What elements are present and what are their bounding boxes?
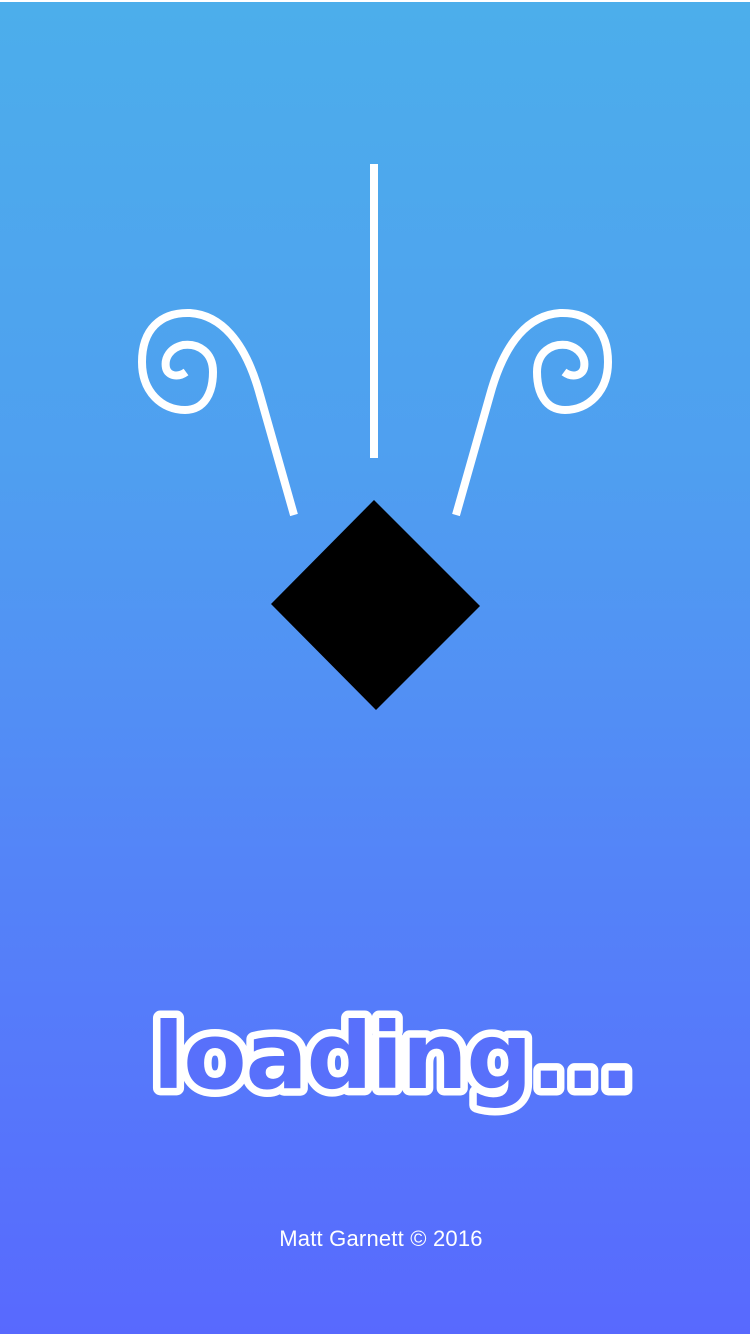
copyright-text: Matt Garnett © 2016 <box>279 1226 483 1251</box>
left-spiral-horn-icon <box>138 308 298 517</box>
loading-indicator: loading... <box>145 996 641 1118</box>
logo-illustration <box>138 164 612 710</box>
loading-text: loading... <box>153 1003 633 1110</box>
black-diamond-shape <box>271 500 480 710</box>
right-spiral-horn-icon <box>452 308 612 517</box>
